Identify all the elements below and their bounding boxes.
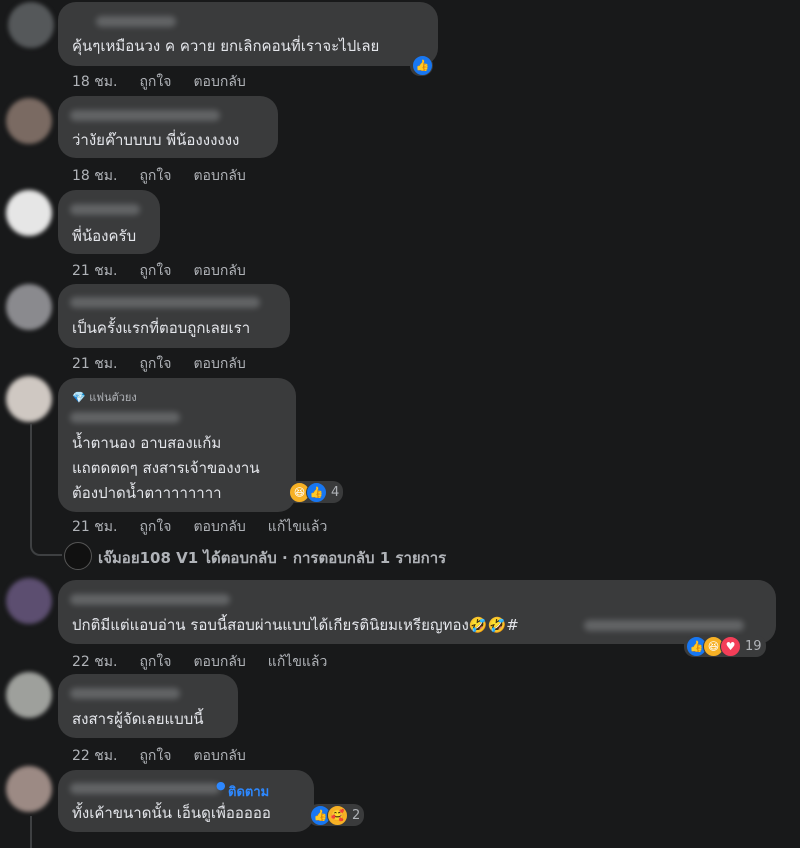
comment-bubble: พี่น้องครับ [58,190,160,254]
avatar[interactable] [6,766,52,812]
comment-bubble: ปกติมีแต่แอบอ่าน รอบนี้สอบผ่านแบบได้เกีย… [58,580,776,644]
author-name-blurred[interactable] [70,594,230,605]
follow-button[interactable]: ติดตาม [228,781,269,802]
comment-time[interactable]: 21 ชม. [72,356,117,372]
comment-bubble: ว่างัยค๊าบบบบ พี่น้องงงงงง [58,96,278,158]
comment-time[interactable]: 18 ชม. [72,168,117,184]
badge-label: แฟนตัวยง [89,391,137,404]
comment-time[interactable]: 21 ชม. [72,263,117,279]
author-name-blurred[interactable] [70,412,180,423]
comment-actions: 18 ชม. ถูกใจ ตอบกลับ [72,71,268,93]
diamond-icon: 💎 [72,391,86,404]
like-button[interactable]: ถูกใจ [139,74,171,90]
comment-text-line: น้ำตานอง อาบสองแก้ม [72,434,222,452]
like-button[interactable]: ถูกใจ [139,748,171,764]
comment-text: ว่างัยค๊าบบบบ พี่น้องงงงงง [72,131,240,149]
like-button[interactable]: ถูกใจ [139,356,171,372]
author-name-blurred[interactable] [70,297,260,308]
comment-actions: 21 ชม. ถูกใจ ตอบกลับ [72,260,268,282]
reaction-count: 4 [331,484,340,500]
edited-label: แก้ไขแล้ว [267,519,328,535]
heart-icon: ♥ [720,635,741,657]
comment-actions: 22 ชม. ถูกใจ ตอบกลับ [72,745,268,767]
comment-time[interactable]: 22 ชม. [72,654,117,670]
comment-time[interactable]: 21 ชม. [72,519,117,535]
avatar[interactable] [8,2,54,48]
like-button[interactable]: ถูกใจ [139,519,171,535]
comment-text: ปกติมีแต่แอบอ่าน รอบนี้สอบผ่านแบบได้เกีย… [72,616,519,634]
author-name-blurred[interactable] [70,204,140,215]
edited-label: แก้ไขแล้ว [267,654,328,670]
thread-line [30,816,32,848]
comment-text: คุ้นๆเหมือนวง ค ควาย ยกเลิกคอนที่เราจะไป… [72,37,380,55]
reply-button[interactable]: ตอบกลับ [193,263,245,279]
author-name-blurred[interactable] [96,16,176,27]
comment-bubble: เป็นครั้งแรกที่ตอบถูกเลยเรา [58,284,290,348]
avatar[interactable] [6,578,52,624]
reply-button[interactable]: ตอบกลับ [193,519,245,535]
top-fan-badge: 💎 แฟนตัวยง [72,388,137,406]
comment-text: พี่น้องครับ [72,227,137,245]
comment-actions: 22 ชม. ถูกใจ ตอบกลับ แก้ไขแล้ว [72,651,349,673]
avatar[interactable] [6,98,52,144]
author-name-blurred[interactable] [70,688,180,699]
like-button[interactable]: ถูกใจ [139,168,171,184]
comment-text-line: ต้องปาดน้ำตาาาาาาาา [72,484,222,502]
replier-avatar[interactable] [64,542,92,570]
comment-time[interactable]: 18 ชม. [72,74,117,90]
reply-button[interactable]: ตอบกลับ [193,168,245,184]
reaction-count: 2 [352,807,361,823]
reply-button[interactable]: ตอบกลับ [193,74,245,90]
comment-actions: 21 ชม. ถูกใจ ตอบกลับ แก้ไขแล้ว [72,516,349,538]
follow-dot-icon: ● [216,779,226,792]
view-replies-link[interactable]: เจ๊มอย108 V1 ได้ตอบกลับ · การตอบกลับ 1 ร… [98,546,446,570]
comment-bubble: สงสารผู้จัดเลยแบบนี้ [58,674,238,738]
reaction-badge[interactable]: 😆 👍 4 [287,481,344,503]
comment-text-line: แถตดตดๆ สงสารเจ้าของงาน [72,459,260,477]
like-button[interactable]: ถูกใจ [139,263,171,279]
reaction-badge[interactable]: 👍 [410,54,433,76]
avatar[interactable] [6,672,52,718]
care-emoji-icon: 🥰 [327,804,348,826]
like-button[interactable]: ถูกใจ [139,654,171,670]
comment-text: ทั้งเค้าขนาดนั้น เอ็นดูเพื่อออออ [72,804,271,822]
reaction-count: 19 [745,638,762,654]
reaction-badge[interactable]: 👍 😆 ♥ 19 [684,635,766,657]
comment-bubble: 💎 แฟนตัวยง น้ำตานอง อาบสองแก้ม แถตดตดๆ ส… [58,378,296,512]
comment-text: เป็นครั้งแรกที่ตอบถูกเลยเรา [72,319,251,337]
reply-button[interactable]: ตอบกลับ [193,654,245,670]
comment-time[interactable]: 22 ชม. [72,748,117,764]
comment-bubble: ● ติดตาม ทั้งเค้าขนาดนั้น เอ็นดูเพื่ออออ… [58,770,314,832]
reply-button[interactable]: ตอบกลับ [193,356,245,372]
tagged-name-blurred[interactable] [584,620,744,631]
like-icon: 👍 [412,54,433,76]
comment-bubble: คุ้นๆเหมือนวง ค ควาย ยกเลิกคอนที่เราจะไป… [58,2,438,66]
comment-text: สงสารผู้จัดเลยแบบนี้ [72,710,204,728]
avatar[interactable] [6,284,52,330]
avatar[interactable] [6,190,52,236]
reply-button[interactable]: ตอบกลับ [193,748,245,764]
like-icon: 👍 [306,481,327,503]
comment-actions: 18 ชม. ถูกใจ ตอบกลับ [72,165,268,187]
reaction-badge[interactable]: 👍 🥰 2 [308,804,365,826]
author-name-blurred[interactable] [70,783,220,794]
comment-actions: 21 ชม. ถูกใจ ตอบกลับ [72,353,268,375]
author-name-blurred[interactable] [70,110,220,121]
avatar[interactable] [6,376,52,422]
